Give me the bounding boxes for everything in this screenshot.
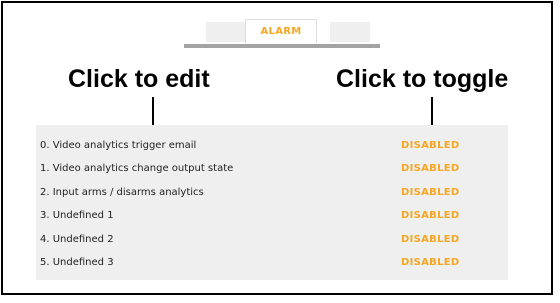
alarm-state-toggle[interactable]: DISABLED: [401, 163, 460, 174]
callout-edit-pointer: [152, 97, 154, 126]
alarm-state-toggle[interactable]: DISABLED: [401, 187, 460, 198]
tab-underline: [184, 44, 380, 48]
tab-right[interactable]: [330, 22, 370, 42]
alarm-state-toggle[interactable]: DISABLED: [401, 234, 460, 245]
alarm-row: 5. Undefined 3 DISABLED: [36, 254, 508, 277]
alarm-row: 3. Undefined 1 DISABLED: [36, 207, 508, 230]
callout-toggle: Click to toggle: [336, 65, 509, 93]
alarm-label[interactable]: 3. Undefined 1: [40, 210, 114, 221]
tab-alarm[interactable]: ALARM: [245, 19, 317, 43]
alarm-row: 1. Video analytics change output state D…: [36, 160, 508, 183]
alarm-state-toggle[interactable]: DISABLED: [401, 210, 460, 221]
alarm-list-panel: 0. Video analytics trigger email DISABLE…: [36, 125, 508, 280]
alarm-row: 2. Input arms / disarms analytics DISABL…: [36, 184, 508, 207]
alarm-state-toggle[interactable]: DISABLED: [401, 140, 460, 151]
callout-edit: Click to edit: [68, 65, 210, 93]
callout-toggle-pointer: [431, 97, 433, 126]
alarm-state-toggle[interactable]: DISABLED: [401, 257, 460, 268]
alarm-list: 0. Video analytics trigger email DISABLE…: [36, 137, 508, 277]
alarm-row: 0. Video analytics trigger email DISABLE…: [36, 137, 508, 160]
alarm-label[interactable]: 2. Input arms / disarms analytics: [40, 187, 204, 198]
alarm-label[interactable]: 1. Video analytics change output state: [40, 163, 233, 174]
tab-bar: ALARM: [184, 19, 380, 49]
alarm-row: 4. Undefined 2 DISABLED: [36, 231, 508, 254]
alarm-label[interactable]: 0. Video analytics trigger email: [40, 140, 196, 151]
tab-left[interactable]: [206, 22, 246, 42]
alarm-label[interactable]: 4. Undefined 2: [40, 234, 114, 245]
screenshot-frame: ALARM Click to edit Click to toggle 0. V…: [1, 1, 553, 295]
alarm-label[interactable]: 5. Undefined 3: [40, 257, 114, 268]
